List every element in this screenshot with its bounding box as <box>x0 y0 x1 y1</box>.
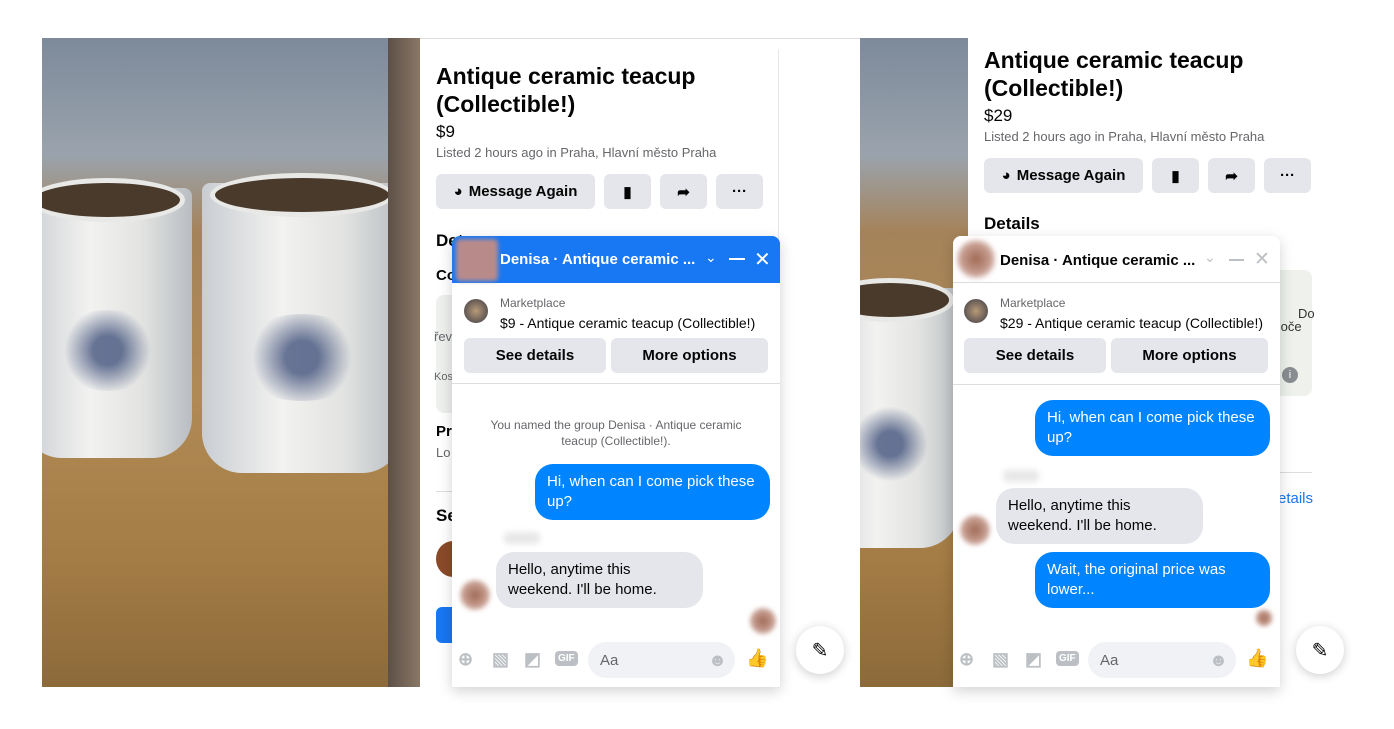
marketplace-label: Marketplace <box>500 296 566 310</box>
chat-window-left: Denisa · Antique ceramic ... ⌄ ✕ Marketp… <box>452 236 780 687</box>
listing-meta: Listed 2 hours ago in Praha, Hlavní měst… <box>984 129 1265 144</box>
ellipsis-icon: ··· <box>1280 167 1295 184</box>
chat-header[interactable]: Denisa · Antique ceramic ... ⌄ ✕ <box>953 236 1280 283</box>
compose-button[interactable]: ✎ <box>796 626 844 674</box>
listing-price: $9 <box>436 122 455 141</box>
item-line: $9 - Antique ceramic teacup (Collectible… <box>500 315 756 331</box>
section-fragment: Lo <box>436 445 451 460</box>
gif-icon[interactable]: GIF <box>555 651 578 666</box>
compose-icon: ✎ <box>1311 639 1329 662</box>
more-button[interactable]: ··· <box>1264 158 1311 193</box>
see-details-link[interactable]: etails <box>1278 490 1313 507</box>
item-line: $29 - Antique ceramic teacup (Collectibl… <box>1000 315 1264 331</box>
sticker-icon[interactable]: ◩ <box>524 649 541 670</box>
chat-title[interactable]: Denisa · Antique ceramic ... <box>1000 252 1195 269</box>
save-button[interactable]: ▮ <box>1152 158 1199 193</box>
more-button[interactable]: ··· <box>716 174 763 209</box>
section-fragment: Pr <box>436 423 452 440</box>
chat-window-right: Denisa · Antique ceramic ... ⌄ ✕ Marketp… <box>953 236 1280 687</box>
share-icon: ➦ <box>677 183 690 201</box>
share-icon: ➦ <box>1225 167 1238 185</box>
divider <box>953 384 1280 385</box>
sender-name-blurred <box>504 532 540 544</box>
photo-blur-edge <box>388 38 420 687</box>
read-receipt-avatar <box>1255 609 1273 627</box>
see-details-button[interactable]: See details <box>464 338 606 373</box>
close-icon[interactable]: ✕ <box>1254 248 1270 271</box>
marketplace-label: Marketplace <box>1000 296 1066 310</box>
listing-meta: Listed 2 hours ago in Praha, Hlavní měst… <box>436 145 717 160</box>
share-button[interactable]: ➦ <box>1208 158 1255 193</box>
more-options-button[interactable]: More options <box>611 338 768 373</box>
compose-button[interactable]: ✎ <box>1296 626 1344 674</box>
chevron-down-icon[interactable]: ⌄ <box>1204 249 1216 266</box>
close-icon[interactable]: ✕ <box>754 247 771 272</box>
item-thumbnail <box>964 299 988 323</box>
map-label: Kos <box>434 371 453 383</box>
chat-header[interactable]: Denisa · Antique ceramic ... ⌄ ✕ <box>452 236 780 283</box>
message-again-button[interactable]: ◕ Message Again <box>984 158 1143 193</box>
item-thumbnail <box>464 299 488 323</box>
details-heading: Details <box>984 214 1040 233</box>
emoji-icon[interactable]: ☻ <box>708 650 727 671</box>
ellipsis-icon: ··· <box>732 183 747 200</box>
share-button[interactable]: ➦ <box>660 174 707 209</box>
more-options-button[interactable]: More options <box>1111 338 1268 373</box>
chat-title[interactable]: Denisa · Antique ceramic ... <box>500 251 695 268</box>
photo-icon[interactable]: ▧ <box>492 649 509 670</box>
minimize-icon[interactable] <box>729 258 745 260</box>
info-icon[interactable]: i <box>1282 367 1298 383</box>
messenger-icon: ◕ <box>453 183 463 200</box>
message-incoming: Hello, anytime this weekend. I'll be hom… <box>496 552 703 608</box>
compose-icon: ✎ <box>811 639 829 662</box>
gif-icon[interactable]: GIF <box>1056 651 1079 666</box>
chevron-down-icon[interactable]: ⌄ <box>705 249 717 266</box>
plus-icon[interactable]: ⊕ <box>959 649 974 670</box>
sticker-icon[interactable]: ◩ <box>1025 649 1042 670</box>
minimize-icon[interactable] <box>1229 259 1244 261</box>
seller-avatar <box>959 514 991 546</box>
sender-name-blurred <box>1003 470 1039 482</box>
listing-title: Antique ceramic teacup (Collectible!) <box>984 47 1244 101</box>
like-icon[interactable]: 👍 <box>1246 648 1268 669</box>
group-avatar <box>456 239 498 281</box>
listing-photo <box>42 38 388 687</box>
save-button[interactable]: ▮ <box>604 174 651 209</box>
see-details-button[interactable]: See details <box>964 338 1106 373</box>
system-note: You named the group Denisa · Antique cer… <box>490 418 742 448</box>
message-outgoing: Wait, the original price was lower... <box>1035 552 1270 608</box>
messenger-icon: ◕ <box>1001 167 1011 184</box>
plus-icon[interactable]: ⊕ <box>458 649 473 670</box>
message-input[interactable]: Aa ☻ <box>588 642 735 678</box>
message-again-button[interactable]: ◕ Message Again <box>436 174 595 209</box>
read-receipt-avatar <box>749 607 777 635</box>
listing-price: $29 <box>984 106 1013 125</box>
like-icon[interactable]: 👍 <box>746 648 768 669</box>
seller-avatar <box>459 579 491 611</box>
message-outgoing: Hi, when can I come pick these up? <box>1035 400 1270 456</box>
divider <box>452 383 780 384</box>
bookmark-icon: ▮ <box>1171 167 1180 185</box>
group-avatar <box>956 239 996 279</box>
emoji-icon[interactable]: ☻ <box>1209 650 1228 671</box>
listing-photo <box>860 38 968 687</box>
message-input[interactable]: Aa ☻ <box>1088 642 1236 678</box>
bookmark-icon: ▮ <box>623 183 632 201</box>
listing-title: Antique ceramic teacup (Collectible!) <box>436 63 696 117</box>
photo-icon[interactable]: ▧ <box>992 649 1009 670</box>
map-label: řev <box>434 329 453 344</box>
message-incoming: Hello, anytime this weekend. I'll be hom… <box>996 488 1203 544</box>
message-outgoing: Hi, when can I come pick these up? <box>535 464 770 520</box>
